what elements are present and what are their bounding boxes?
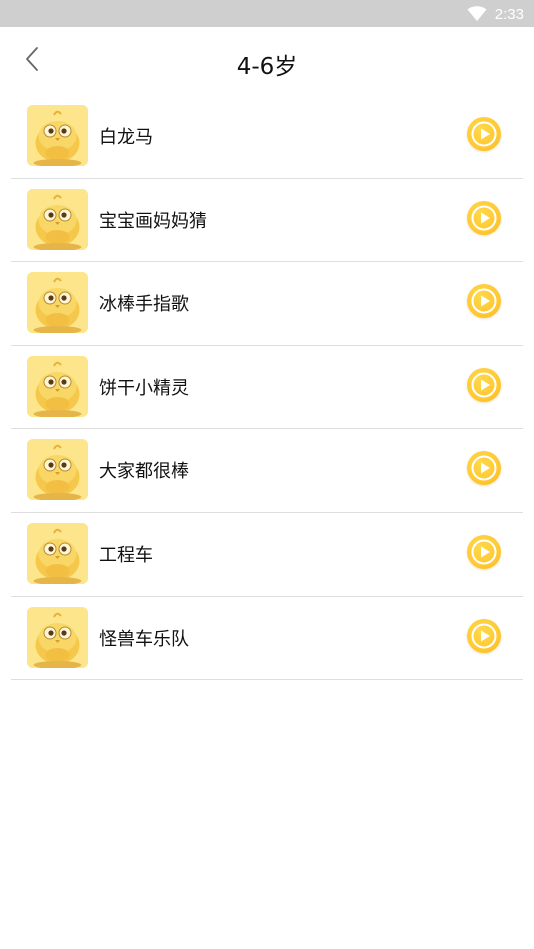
owl-thumbnail bbox=[27, 188, 88, 250]
song-title: 白龙马 bbox=[99, 127, 153, 148]
song-title: 宝宝画妈妈猜 bbox=[99, 210, 207, 232]
list-item[interactable]: 工程车 bbox=[11, 513, 523, 597]
list-item[interactable]: 大家都很棒 bbox=[11, 429, 523, 513]
song-title: 工程车 bbox=[99, 544, 153, 566]
song-list: 白龙马 宝宝画妈妈猜 冰棒手指歌 饼干小精灵 大家都很棒 工程车 怪兽车乐队 bbox=[11, 95, 523, 681]
status-time: 2:33 bbox=[494, 5, 524, 23]
play-icon bbox=[471, 121, 497, 147]
list-item[interactable]: 冰棒手指歌 bbox=[11, 262, 523, 346]
play-icon bbox=[471, 623, 497, 649]
header: 4-6岁 bbox=[0, 27, 534, 99]
owl-thumbnail bbox=[27, 606, 88, 668]
play-icon bbox=[471, 288, 497, 314]
list-item[interactable]: 宝宝画妈妈猜 bbox=[11, 179, 523, 263]
owl-thumbnail bbox=[27, 439, 88, 501]
play-button[interactable] bbox=[467, 200, 501, 235]
song-title: 大家都很棒 bbox=[99, 461, 189, 483]
owl-thumbnail bbox=[27, 272, 88, 334]
page-title: 4-6岁 bbox=[236, 54, 298, 80]
play-button[interactable] bbox=[467, 451, 501, 486]
play-icon bbox=[471, 455, 497, 481]
play-button[interactable] bbox=[467, 117, 501, 151]
list-item[interactable]: 白龙马 bbox=[11, 95, 523, 179]
list-item[interactable]: 饼干小精灵 bbox=[11, 346, 523, 430]
play-button[interactable] bbox=[467, 367, 501, 402]
play-button[interactable] bbox=[467, 534, 501, 569]
wifi-icon bbox=[467, 6, 487, 21]
song-title: 怪兽车乐队 bbox=[99, 628, 189, 650]
song-title: 饼干小精灵 bbox=[99, 377, 189, 399]
list-item[interactable]: 怪兽车乐队 bbox=[11, 597, 523, 681]
status-icons: 2:33 bbox=[467, 3, 524, 25]
play-icon bbox=[471, 539, 497, 565]
play-icon bbox=[471, 372, 497, 398]
play-button[interactable] bbox=[467, 618, 501, 653]
owl-thumbnail bbox=[27, 355, 88, 417]
play-icon bbox=[471, 205, 497, 231]
status-bar: 2:33 bbox=[0, 0, 534, 27]
play-button[interactable] bbox=[467, 284, 501, 319]
owl-thumbnail bbox=[27, 105, 88, 166]
song-title: 冰棒手指歌 bbox=[99, 294, 189, 316]
owl-thumbnail bbox=[27, 522, 88, 584]
